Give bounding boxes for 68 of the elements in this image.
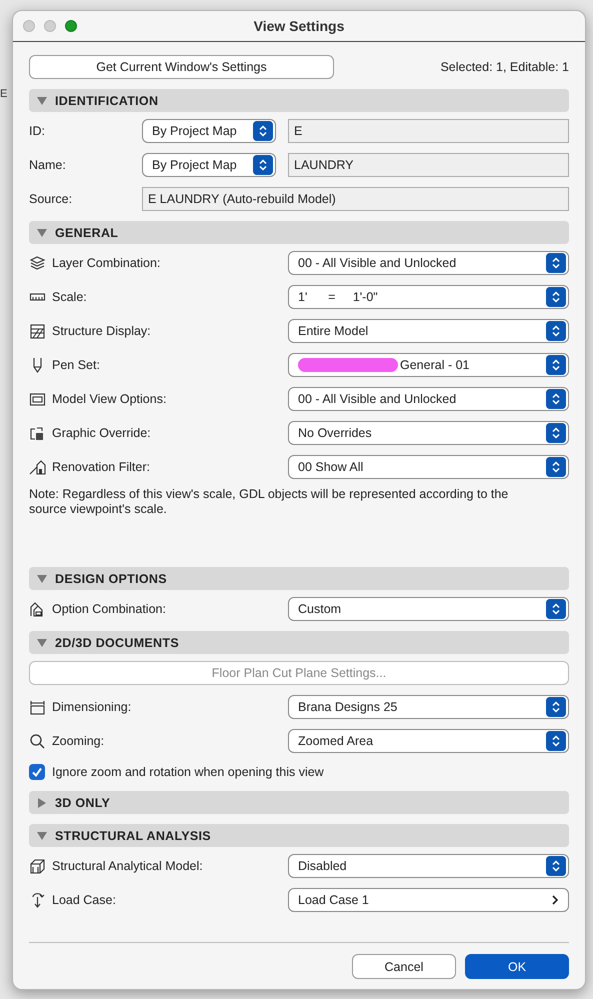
window-title: View Settings	[254, 18, 344, 34]
dropdown[interactable]: 1' = 1'-0"	[288, 285, 569, 309]
stepper-icon	[546, 355, 566, 375]
field-label: Dimensioning:	[52, 700, 132, 714]
chevron-icon	[550, 895, 560, 905]
dropdown[interactable]: Zoomed Area	[288, 729, 569, 753]
disclosure-triangle-icon	[37, 228, 47, 238]
stepper-icon	[546, 321, 566, 341]
background-text: E	[0, 88, 8, 100]
selector-field[interactable]: Load Case 1	[288, 888, 569, 912]
dropdown[interactable]: Entire Model	[288, 319, 569, 343]
section-header[interactable]: 2D/3D DOCUMENTS	[29, 631, 569, 654]
dropdown[interactable]: 00 - All Visible and Unlocked	[288, 387, 569, 411]
section-header[interactable]: GENERAL	[29, 221, 569, 244]
section-header[interactable]: 3D ONLY	[29, 791, 569, 814]
dropdown[interactable]: 00 - All Visible and Unlocked	[288, 251, 569, 275]
text-field[interactable]: LAUNDRY	[288, 153, 569, 177]
field-label: Zooming:	[52, 734, 104, 748]
dropdown[interactable]: By Project Map	[142, 153, 276, 177]
field-label: Renovation Filter:	[52, 460, 150, 474]
field-label: ID:	[29, 124, 45, 138]
checkbox-label: Ignore zoom and rotation when opening this view	[52, 765, 324, 779]
field-label: Layer Combination:	[52, 256, 160, 270]
zoom-button[interactable]	[65, 20, 77, 32]
dropdown[interactable]: Brana Designs 25	[288, 695, 569, 719]
field-label: Name:	[29, 158, 66, 172]
stepper-icon	[546, 731, 566, 751]
disclosure-triangle-icon	[37, 798, 47, 808]
text-field[interactable]: E	[288, 119, 569, 143]
stepper-icon	[546, 457, 566, 477]
disclosure-triangle-icon	[37, 830, 47, 840]
field-label: Source:	[29, 192, 72, 206]
dialog-button[interactable]: OK	[465, 954, 569, 979]
disclosure-triangle-icon	[37, 638, 47, 648]
dropdown[interactable]: No Overrides	[288, 421, 569, 445]
field-label: Scale:	[52, 290, 87, 304]
section-header[interactable]: IDENTIFICATION	[29, 89, 569, 112]
dropdown[interactable]: Disabled	[288, 854, 569, 878]
dropdown[interactable]: Custom	[288, 597, 569, 621]
note-text: Note: Regardless of this view's scale, GDL objects will be represented according to the source viewpoint's scale.	[29, 487, 510, 518]
stepper-icon	[546, 599, 566, 619]
field-label: Load Case:	[52, 893, 116, 907]
dropdown[interactable]: 00 Show All	[288, 455, 569, 479]
stepper-icon	[546, 423, 566, 443]
disclosure-triangle-icon	[37, 574, 47, 584]
section-header[interactable]: DESIGN OPTIONS	[29, 567, 569, 590]
field-label: Option Combination:	[52, 602, 166, 616]
stepper-icon	[546, 287, 566, 307]
field-label: Graphic Override:	[52, 426, 151, 440]
stepper-icon	[546, 697, 566, 717]
get-settings-button[interactable]: Get Current Window's Settings	[29, 55, 334, 79]
text-field[interactable]: E LAUNDRY (Auto-rebuild Model)	[142, 187, 569, 211]
checkbox[interactable]	[29, 764, 45, 780]
dropdown[interactable]: General - 01	[288, 353, 569, 377]
field-label: Model View Options:	[52, 392, 166, 406]
stepper-icon	[253, 155, 273, 175]
dialog-button[interactable]: Cancel	[352, 954, 456, 979]
selection-status: Selected: 1, Editable: 1	[440, 60, 569, 74]
disclosure-triangle-icon	[37, 96, 47, 106]
section-header[interactable]: STRUCTURAL ANALYSIS	[29, 824, 569, 847]
stepper-icon	[253, 121, 273, 141]
stepper-icon	[546, 856, 566, 876]
stepper-icon	[546, 253, 566, 273]
stepper-icon	[546, 389, 566, 409]
field-label: Pen Set:	[52, 358, 100, 372]
field-label: Structural Analytical Model:	[52, 859, 203, 873]
dropdown[interactable]: By Project Map	[142, 119, 276, 143]
field-label: Structure Display:	[52, 324, 151, 338]
